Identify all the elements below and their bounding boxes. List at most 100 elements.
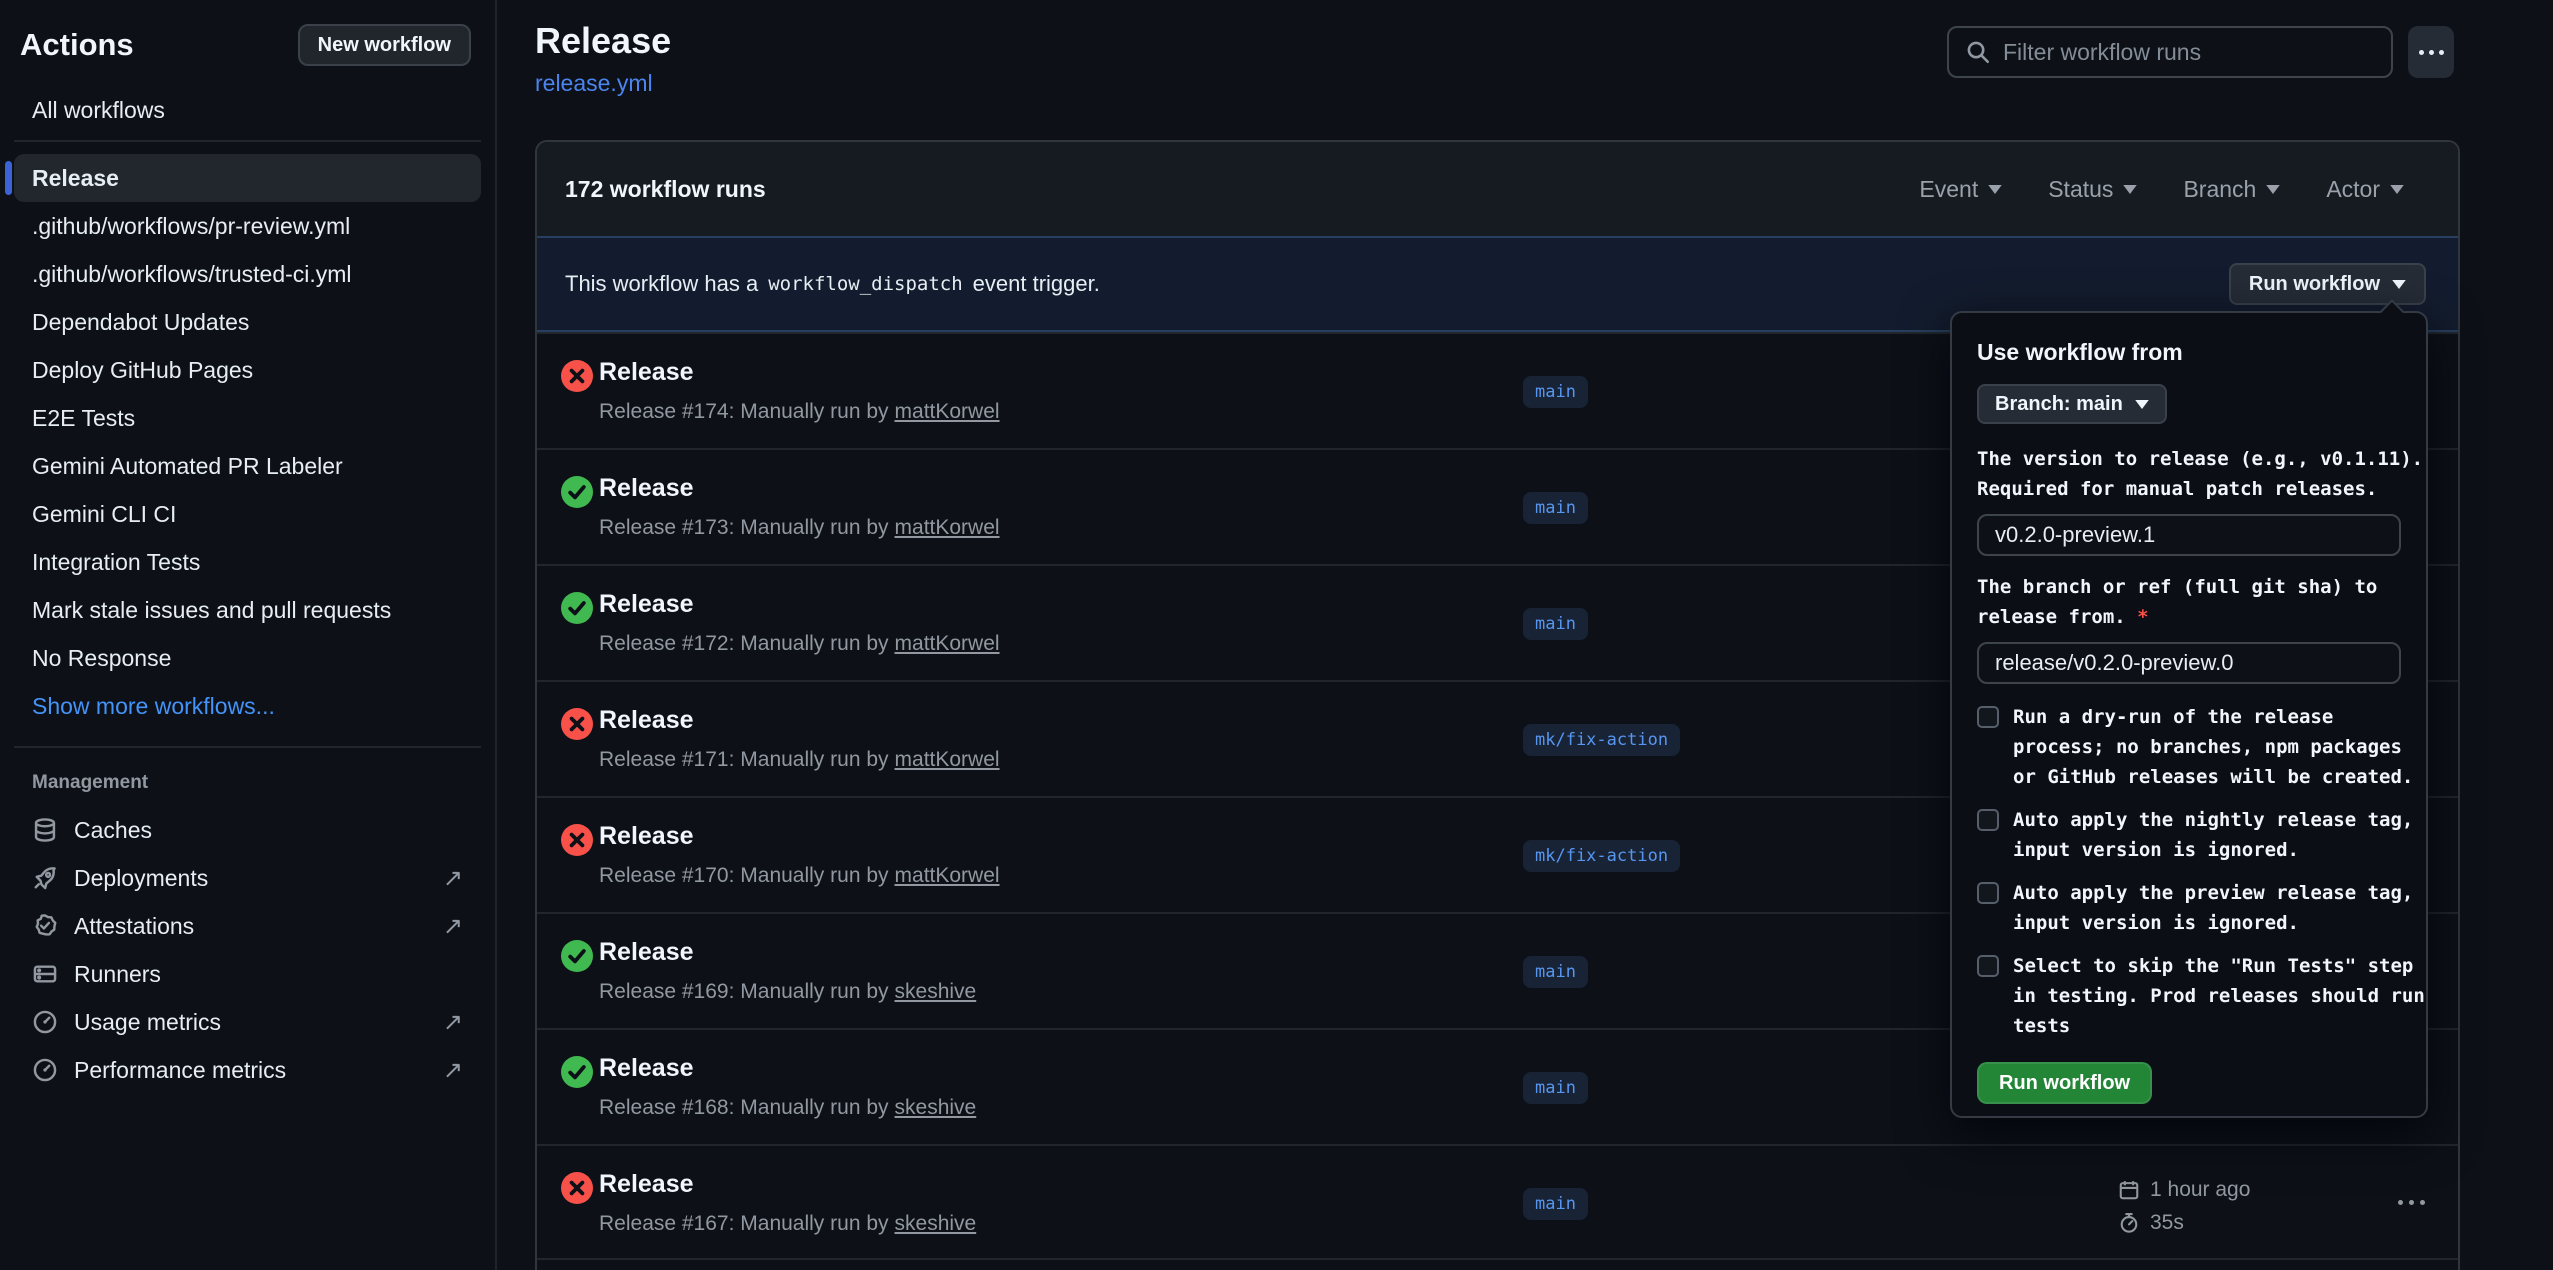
sidebar-item-caches[interactable]: Caches — [14, 806, 481, 854]
workflow-options-kebab-button[interactable] — [2408, 26, 2454, 78]
chevron-down-icon — [2392, 280, 2406, 289]
version-input[interactable] — [1977, 514, 2401, 556]
dry-run-checkbox[interactable] — [1977, 706, 1999, 728]
success-icon — [561, 1056, 593, 1088]
actor-link[interactable]: mattKorwel — [895, 864, 1000, 887]
meter-icon — [32, 1057, 58, 1083]
sidebar-item-gemini-pr-labeler[interactable]: Gemini Automated PR Labeler — [14, 442, 481, 490]
sidebar-item-attestations[interactable]: Attestations ↗ — [14, 902, 481, 950]
actor-link[interactable]: mattKorwel — [895, 516, 1000, 539]
branch-badge[interactable]: main — [1523, 1072, 1588, 1104]
branch-badge[interactable]: mk/fix-action — [1523, 840, 1680, 872]
branch-selector-dropdown[interactable]: Branch: main — [1977, 384, 2167, 424]
skip-tests-checkbox[interactable] — [1977, 955, 1999, 977]
success-icon — [561, 592, 593, 624]
workflow-file-link[interactable]: release.yml — [535, 70, 653, 97]
sidebar-item-performance-metrics[interactable]: Performance metrics ↗ — [14, 1046, 481, 1094]
sidebar-item-mark-stale[interactable]: Mark stale issues and pull requests — [14, 586, 481, 634]
sidebar-item-all-workflows[interactable]: All workflows — [14, 86, 481, 134]
run-workflow-submit-button[interactable]: Run workflow — [1977, 1062, 2152, 1104]
actor-link[interactable]: skeshive — [895, 1096, 977, 1119]
sidebar-item-dependabot-updates[interactable]: Dependabot Updates — [14, 298, 481, 346]
run-description: Release #174: Manually run bymattKorwel — [599, 400, 1000, 424]
branch-badge[interactable]: main — [1523, 608, 1588, 640]
branch-badge[interactable]: main — [1523, 1188, 1588, 1220]
meter-icon — [32, 1009, 58, 1035]
success-icon — [561, 476, 593, 508]
run-title-link[interactable]: Release — [599, 822, 694, 851]
external-link-icon: ↗ — [443, 1056, 463, 1085]
sidebar-item-pr-review[interactable]: .github/workflows/pr-review.yml — [14, 202, 481, 250]
nightly-tag-checkbox[interactable] — [1977, 809, 1999, 831]
dry-run-checkbox-group: Run a dry-run of the release process; no… — [1977, 702, 2401, 792]
run-title-link[interactable]: Release — [599, 706, 694, 735]
run-title-link[interactable]: Release — [599, 590, 694, 619]
nightly-tag-checkbox-group: Auto apply the nightly release tag, inpu… — [1977, 805, 2401, 865]
ref-field-description: The branch or ref (full git sha) to rele… — [1977, 572, 2401, 632]
calendar-icon — [2118, 1179, 2140, 1201]
run-description: Release #167: Manually run byskeshive — [599, 1212, 976, 1236]
run-description: Release #171: Manually run bymattKorwel — [599, 748, 1000, 772]
sidebar-item-deployments[interactable]: Deployments ↗ — [14, 854, 481, 902]
event-filter-dropdown[interactable]: Event — [1919, 176, 2002, 203]
rocket-icon — [32, 865, 58, 891]
run-title-link[interactable]: Release — [599, 938, 694, 967]
run-description: Release #173: Manually run bymattKorwel — [599, 516, 1000, 540]
preview-tag-checkbox-group: Auto apply the preview release tag, inpu… — [1977, 878, 2401, 938]
sidebar-item-no-response[interactable]: No Response — [14, 634, 481, 682]
sidebar-item-usage-metrics[interactable]: Usage metrics ↗ — [14, 998, 481, 1046]
actor-link[interactable]: skeshive — [895, 1212, 977, 1235]
branch-badge[interactable]: mk/fix-action — [1523, 724, 1680, 756]
failure-icon — [561, 708, 593, 740]
branch-badge[interactable]: main — [1523, 956, 1588, 988]
sidebar-item-release[interactable]: Release — [14, 154, 481, 202]
run-title-link[interactable]: Release — [599, 358, 694, 387]
run-count-label: 172 workflow runs — [565, 176, 766, 203]
filter-runs-input[interactable] — [2003, 39, 2375, 66]
failure-icon — [561, 1172, 593, 1204]
active-indicator-bar — [5, 161, 12, 195]
run-workflow-dialog: Use workflow from Branch: main The versi… — [1950, 311, 2428, 1118]
sidebar-item-runners[interactable]: Runners — [14, 950, 481, 998]
actor-filter-dropdown[interactable]: Actor — [2326, 176, 2404, 203]
management-section-label: Management — [0, 772, 495, 794]
sidebar-item-e2e-tests[interactable]: E2E Tests — [14, 394, 481, 442]
sidebar-title: Actions — [20, 27, 134, 63]
filter-runs-searchbox[interactable] — [1947, 26, 2393, 78]
new-workflow-button[interactable]: New workflow — [298, 24, 471, 66]
branch-badge[interactable]: main — [1523, 376, 1588, 408]
ref-input[interactable] — [1977, 642, 2401, 684]
version-field-description: The version to release (e.g., v0.1.11). … — [1977, 444, 2401, 504]
run-description: Release #168: Manually run byskeshive — [599, 1096, 976, 1120]
stopwatch-icon — [2118, 1212, 2140, 1234]
sidebar-item-trusted-ci[interactable]: .github/workflows/trusted-ci.yml — [14, 250, 481, 298]
run-options-kebab[interactable] — [2398, 1200, 2425, 1205]
verified-icon — [32, 913, 58, 939]
workflow-run-row: Release Release #167: Manually run byske… — [537, 1144, 2458, 1260]
branch-filter-dropdown[interactable]: Branch — [2183, 176, 2280, 203]
run-workflow-dropdown-button[interactable]: Run workflow — [2229, 263, 2426, 305]
run-title-link[interactable]: Release — [599, 1054, 694, 1083]
preview-tag-checkbox[interactable] — [1977, 882, 1999, 904]
actor-link[interactable]: mattKorwel — [895, 748, 1000, 771]
sidebar-item-integration-tests[interactable]: Integration Tests — [14, 538, 481, 586]
branch-badge[interactable]: main — [1523, 492, 1588, 524]
show-more-workflows-link[interactable]: Show more workflows... — [14, 682, 481, 730]
runs-panel-header: 172 workflow runs Event Status Branch Ac… — [537, 142, 2458, 236]
run-title-link[interactable]: Release — [599, 1170, 694, 1199]
run-title-link[interactable]: Release — [599, 474, 694, 503]
actor-link[interactable]: mattKorwel — [895, 400, 1000, 423]
actor-link[interactable]: mattKorwel — [895, 632, 1000, 655]
external-link-icon: ↗ — [443, 1008, 463, 1037]
success-icon — [561, 940, 593, 972]
failure-icon — [561, 360, 593, 392]
chevron-down-icon — [2135, 400, 2149, 409]
external-link-icon: ↗ — [443, 912, 463, 941]
status-filter-dropdown[interactable]: Status — [2048, 176, 2137, 203]
sidebar-item-gemini-cli-ci[interactable]: Gemini CLI CI — [14, 490, 481, 538]
page-title: Release — [535, 20, 671, 62]
chevron-down-icon — [2123, 185, 2137, 194]
chevron-down-icon — [1988, 185, 2002, 194]
actor-link[interactable]: skeshive — [895, 980, 977, 1003]
sidebar-item-deploy-github-pages[interactable]: Deploy GitHub Pages — [14, 346, 481, 394]
